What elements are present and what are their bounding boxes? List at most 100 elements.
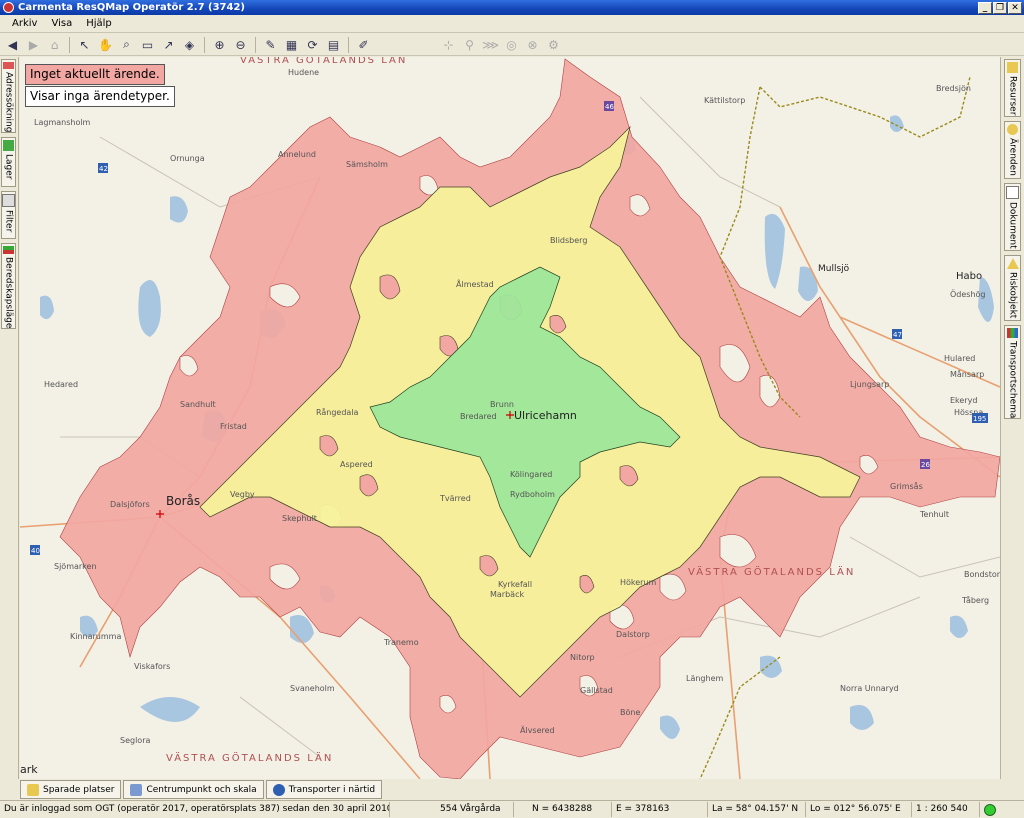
document-icon: [1006, 186, 1019, 199]
svg-text:Sämsholm: Sämsholm: [346, 160, 388, 169]
close-button[interactable]: ✕: [1008, 1, 1022, 14]
tab-transportschema[interactable]: Transportschema: [1004, 325, 1021, 419]
tab-arenden[interactable]: Ärenden: [1004, 121, 1021, 179]
svg-text:VÄSTRA GÖTALANDS LÄN: VÄSTRA GÖTALANDS LÄN: [166, 751, 333, 764]
svg-text:Månsarp: Månsarp: [950, 369, 984, 379]
svg-text:Böne: Böne: [620, 708, 640, 717]
pan-hand-icon[interactable]: ✋: [97, 36, 114, 53]
svg-text:Vegby: Vegby: [230, 490, 255, 499]
map-view[interactable]: Hudene Lagmansholm Ornunga Annelund Säms…: [20, 57, 1000, 779]
grid-icon[interactable]: ▤: [325, 36, 342, 53]
eraser-icon[interactable]: ✐: [355, 36, 372, 53]
svg-text:Bondstorp: Bondstorp: [964, 570, 1000, 579]
tab-beredskapslage[interactable]: Beredskapsläge: [1, 243, 16, 329]
status-bar: Du är inloggad som OGT (operatör 2017, o…: [0, 800, 1024, 818]
pointer-icon[interactable]: ↖: [76, 36, 93, 53]
svg-text:Ljungsarp: Ljungsarp: [850, 380, 889, 389]
tab-dokument[interactable]: Dokument: [1004, 183, 1021, 251]
measure-icon[interactable]: ▭: [139, 36, 156, 53]
line-tool-icon[interactable]: ↗: [160, 36, 177, 53]
minimize-button[interactable]: _: [978, 1, 992, 14]
svg-text:Sandhult: Sandhult: [180, 400, 216, 409]
svg-text:Habo: Habo: [956, 271, 982, 282]
longitude: Lo = 012° 56.075' E: [806, 802, 912, 817]
svg-text:40: 40: [31, 547, 40, 555]
svg-text:Länghem: Länghem: [686, 674, 724, 683]
svg-text:Hedared: Hedared: [44, 380, 78, 389]
zoom-in-icon[interactable]: ⊕: [211, 36, 228, 53]
forward-icon[interactable]: ▶: [25, 36, 42, 53]
svg-text:Ödeshög: Ödeshög: [950, 289, 986, 299]
tab-lager[interactable]: Lager: [1, 137, 16, 187]
svg-text:Viskafors: Viskafors: [134, 662, 170, 671]
toolbar: ◀ ▶ ⌂ ↖ ✋ ⌕ ▭ ↗ ◈ ⊕ ⊖ ✎ ▦ ⟳ ▤ ✐ ⊹ ⚲ ⋙ ◎ …: [0, 34, 1024, 56]
svg-text:Hökerum: Hökerum: [620, 578, 657, 587]
tab-centrumpunkt[interactable]: Centrumpunkt och skala: [123, 780, 264, 799]
connection-status-icon: [980, 802, 1010, 817]
svg-text:Brunn: Brunn: [490, 400, 514, 409]
login-status: Du är inloggad som OGT (operatör 2017, o…: [0, 802, 390, 817]
tab-riskobjekt[interactable]: Riskobjekt: [1004, 255, 1021, 321]
svg-text:Ålmestad: Ålmestad: [456, 278, 494, 289]
svg-text:Kättilstorp: Kättilstorp: [704, 96, 745, 105]
svg-text:Dalsjöfors: Dalsjöfors: [110, 500, 150, 509]
settings-icon[interactable]: ⚙: [545, 36, 562, 53]
svg-text:Rydboholm: Rydboholm: [510, 490, 555, 499]
scale-select[interactable]: 1 : 260 540: [912, 802, 980, 817]
tab-sparade-platser[interactable]: Sparade platser: [20, 780, 122, 799]
refresh-icon[interactable]: ⟳: [304, 36, 321, 53]
svg-text:Ekeryd: Ekeryd: [950, 396, 977, 405]
svg-text:Norra Unnaryd: Norra Unnaryd: [840, 684, 899, 693]
map-canvas[interactable]: Hudene Lagmansholm Ornunga Annelund Säms…: [20, 57, 1000, 779]
menu-bar: Arkiv Visa Hjälp: [0, 15, 1024, 33]
zoom-out-icon[interactable]: ⊖: [232, 36, 249, 53]
radar-icon[interactable]: ◎: [503, 36, 520, 53]
svg-text:Aspered: Aspered: [340, 460, 373, 469]
route-icon[interactable]: ⋙: [482, 36, 499, 53]
center-icon[interactable]: ⊹: [440, 36, 457, 53]
case-status-label: Inget aktuellt ärende.: [25, 64, 165, 85]
svg-text:Svaneholm: Svaneholm: [290, 684, 335, 693]
svg-text:Grimsås: Grimsås: [890, 481, 923, 491]
svg-text:Bredared: Bredared: [460, 412, 497, 421]
svg-text:Blidsberg: Blidsberg: [550, 236, 587, 245]
svg-text:Kölingared: Kölingared: [510, 470, 552, 479]
resources-icon: [1007, 62, 1018, 73]
svg-text:Ornunga: Ornunga: [170, 154, 205, 163]
back-icon[interactable]: ◀: [4, 36, 21, 53]
svg-text:Hudene: Hudene: [288, 68, 319, 77]
left-panel-tabs: Adressökning Lager Filter Beredskapsläge: [0, 57, 19, 779]
svg-text:Hulared: Hulared: [944, 354, 975, 363]
case-types-label: Visar inga ärendetyper.: [25, 86, 175, 107]
tab-resurser[interactable]: Resurser: [1004, 59, 1021, 117]
menu-hjalp[interactable]: Hjälp: [86, 18, 112, 29]
person-search-icon[interactable]: ⚲: [461, 36, 478, 53]
restore-button[interactable]: ❐: [993, 1, 1007, 14]
tab-filter[interactable]: Filter: [1, 191, 16, 239]
svg-text:46: 46: [605, 103, 614, 111]
menu-visa[interactable]: Visa: [51, 18, 72, 29]
svg-text:Tranemo: Tranemo: [383, 638, 419, 647]
municipality-select[interactable]: 554 Vårgårda: [390, 802, 514, 817]
svg-text:Mullsjö: Mullsjö: [818, 264, 850, 274]
info-icon: [272, 783, 285, 796]
layers-icon: [3, 140, 14, 151]
layout-icon[interactable]: ▦: [283, 36, 300, 53]
tab-adressokning[interactable]: Adressökning: [1, 59, 16, 133]
north-coordinate: N = 6438288: [514, 802, 612, 817]
menu-arkiv[interactable]: Arkiv: [12, 18, 37, 29]
svg-text:42: 42: [99, 165, 108, 173]
zoom-box-icon[interactable]: ⌕: [118, 36, 135, 53]
svg-text:Skephult: Skephult: [282, 514, 317, 523]
search-box-icon[interactable]: ◈: [181, 36, 198, 53]
bottom-tabs: Sparade platser Centrumpunkt och skala T…: [18, 780, 1002, 799]
svg-text:Ulricehamn: Ulricehamn: [514, 409, 577, 422]
home-icon[interactable]: ⌂: [46, 36, 63, 53]
draw-icon[interactable]: ✎: [262, 36, 279, 53]
tab-transporter[interactable]: Transporter i närtid: [265, 780, 383, 799]
schedule-icon: [1007, 328, 1018, 338]
svg-text:Seglora: Seglora: [120, 736, 150, 745]
svg-text:Lagmansholm: Lagmansholm: [34, 118, 91, 127]
readiness-icon: [3, 246, 14, 254]
target-icon[interactable]: ⊗: [524, 36, 541, 53]
